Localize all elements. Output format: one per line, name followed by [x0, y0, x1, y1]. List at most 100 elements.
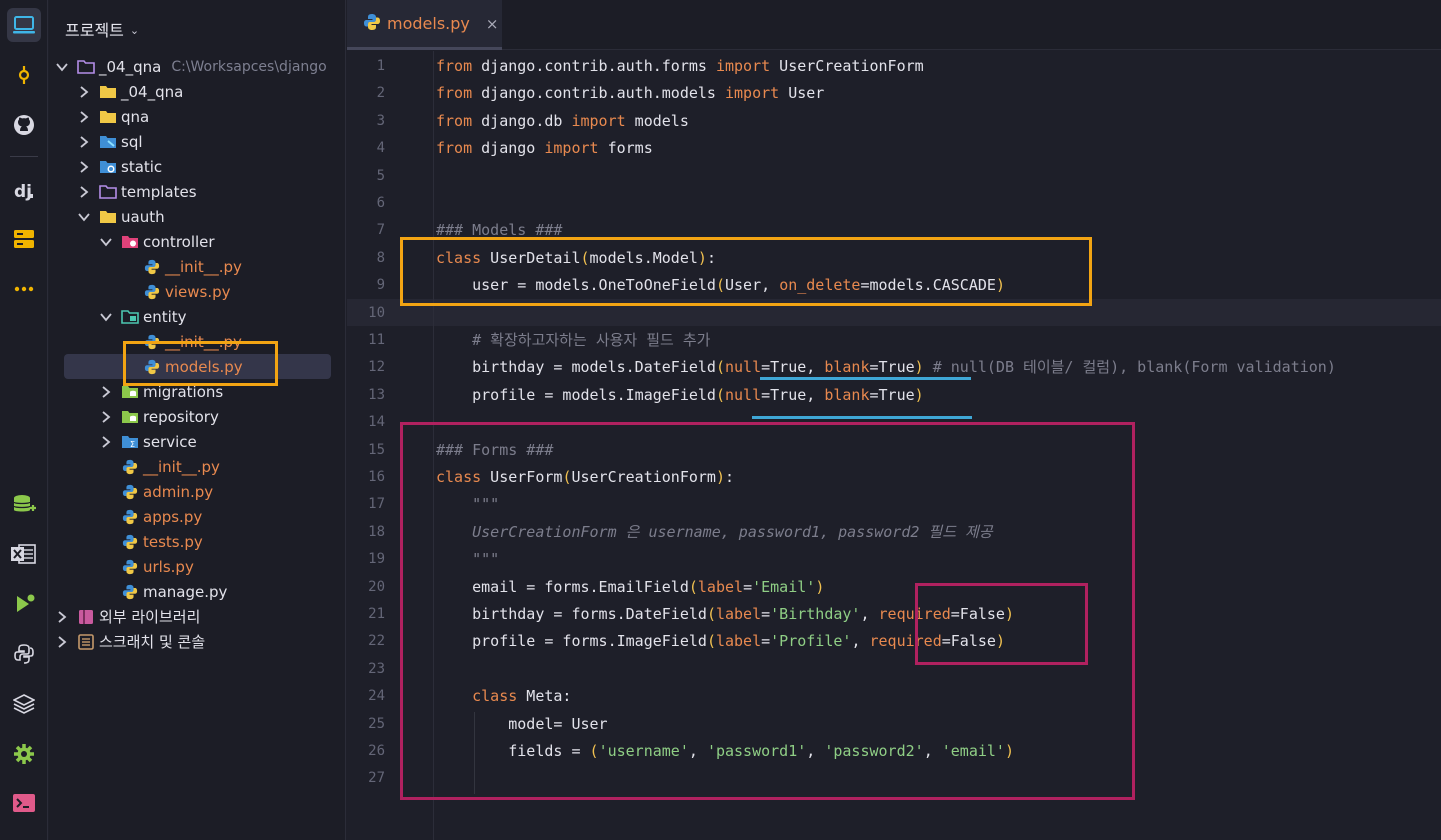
code-line[interactable]: UserCreationForm 은 username, password1, …	[436, 519, 1441, 546]
tree-item[interactable]: apps.py	[49, 504, 345, 529]
tree-item[interactable]: sql	[49, 129, 345, 154]
layers-icon[interactable]	[7, 687, 41, 721]
tree-item[interactable]: _04_qna	[49, 79, 345, 104]
code-editor[interactable]: 1 2 3 4 5 6 7 8 9 10 11 12 13 14 15 16 17 18 19 20 21 22 23 24 2…	[347, 51, 1441, 840]
code-line[interactable]: ### Forms ###	[436, 437, 1441, 464]
tree-item[interactable]: 스크래치 및 콘솔	[49, 629, 345, 654]
tree-item[interactable]: 외부 라이브러리	[49, 604, 345, 629]
code-line[interactable]: email = forms.EmailField(label='Email')	[436, 574, 1441, 601]
code-line[interactable]: birthday = models.DateField(null=True, b…	[436, 354, 1441, 381]
chevron-right-icon[interactable]	[77, 85, 91, 99]
chevron-down-icon[interactable]	[77, 210, 91, 224]
tree-item[interactable]: static	[49, 154, 345, 179]
chevron-down-icon[interactable]	[99, 235, 113, 249]
tree-item-label: entity	[143, 307, 187, 326]
code-line[interactable]: from django.contrib.auth.forms import Us…	[436, 53, 1441, 80]
more-icon[interactable]	[7, 272, 41, 306]
code-line[interactable]: from django.contrib.auth.models import U…	[436, 80, 1441, 107]
code-line[interactable]: # 확장하고자하는 사용자 필드 추가	[436, 327, 1441, 354]
code-token: user = models.OneToOneField	[436, 276, 716, 295]
code-line[interactable]: """	[436, 546, 1441, 573]
project-view-icon[interactable]	[7, 8, 41, 42]
project-title: 프로젝트	[65, 21, 124, 40]
tree-item[interactable]: models.py	[64, 354, 331, 379]
chevron-right-icon[interactable]	[55, 635, 69, 649]
code-line[interactable]: ### Models ###	[436, 217, 1441, 244]
code-line[interactable]: user = models.OneToOneField(User, on_del…	[436, 272, 1441, 299]
chevron-right-icon[interactable]	[77, 185, 91, 199]
chevron-right-icon[interactable]	[77, 110, 91, 124]
tree-item[interactable]: controller	[49, 229, 345, 254]
chevron-down-icon[interactable]	[55, 60, 69, 74]
code-line[interactable]: class UserDetail(models.Model):	[436, 245, 1441, 272]
code-token: )	[995, 276, 1005, 295]
arrow-spacer	[99, 560, 113, 574]
database-icon[interactable]	[7, 488, 41, 522]
chevron-down-icon[interactable]	[99, 310, 113, 324]
code-token: =	[761, 632, 771, 651]
excel-icon[interactable]	[7, 537, 41, 571]
code-token: 'Profile'	[770, 632, 852, 651]
tree-item[interactable]: __init__.py	[49, 254, 345, 279]
tree-item[interactable]: tests.py	[49, 529, 345, 554]
tree-item[interactable]: templates	[49, 179, 345, 204]
line-number: 16	[368, 469, 385, 485]
chevron-right-icon[interactable]	[99, 410, 113, 424]
code-token: (	[706, 605, 716, 623]
tree-item[interactable]: entity	[49, 304, 345, 329]
project-panel-header[interactable]: 프로젝트 ⌄	[65, 17, 139, 41]
code-token: on_delete	[779, 276, 861, 295]
tab-models-py[interactable]: models.py ×	[347, 0, 502, 50]
tree-item[interactable]: __init__.py	[49, 454, 345, 479]
services-icon[interactable]	[7, 222, 41, 256]
django-icon[interactable]: dj	[7, 174, 41, 208]
tree-item[interactable]: Σservice	[49, 429, 345, 454]
terminal-icon[interactable]	[7, 786, 41, 820]
chevron-right-icon[interactable]	[77, 135, 91, 149]
python-file-icon	[143, 259, 161, 275]
code-token: blank	[824, 385, 870, 404]
run-icon[interactable]	[7, 587, 41, 621]
code-line[interactable]: """	[436, 491, 1441, 518]
tree-item[interactable]: manage.py	[49, 579, 345, 604]
chevron-right-icon[interactable]	[77, 160, 91, 174]
python-file-icon	[121, 459, 139, 475]
tree-item[interactable]: __init__.py	[49, 329, 345, 354]
tree-item[interactable]: migrations	[49, 379, 345, 404]
code-line[interactable]: from django.db import models	[436, 108, 1441, 135]
tree-item[interactable]: admin.py	[49, 479, 345, 504]
chevron-right-icon[interactable]	[99, 385, 113, 399]
code-token: )	[914, 385, 924, 404]
code-token: blank	[824, 358, 870, 377]
arrow-spacer	[99, 485, 113, 499]
commit-icon[interactable]	[7, 58, 41, 92]
library-icon	[77, 609, 95, 625]
github-icon[interactable]	[7, 108, 41, 142]
tree-item[interactable]: qna	[49, 104, 345, 129]
tree-item[interactable]: _04_qna C:\Worksapces\django	[49, 54, 345, 79]
code-line[interactable]: model= User	[436, 711, 1441, 738]
tree-item[interactable]: repository	[49, 404, 345, 429]
tree-item[interactable]: uauth	[49, 204, 345, 229]
tree-item[interactable]: views.py	[49, 279, 345, 304]
chevron-right-icon[interactable]	[99, 435, 113, 449]
folder-icon	[99, 109, 117, 125]
settings-gear-icon[interactable]	[7, 737, 41, 771]
code-line[interactable]: profile = forms.ImageField(label='Profil…	[436, 628, 1441, 655]
tree-item[interactable]: urls.py	[49, 554, 345, 579]
tab-close-icon[interactable]: ×	[486, 15, 499, 33]
code-token: class	[436, 468, 482, 486]
code-token: from	[436, 84, 473, 103]
code-line[interactable]: fields = ('username', 'password1', 'pass…	[436, 738, 1441, 765]
python-console-icon[interactable]	[7, 637, 41, 671]
code-token: # 확장하고자하는 사용자 필드 추가	[436, 331, 711, 349]
tree-item-label: _04_qna	[121, 82, 184, 101]
chevron-down-icon[interactable]: ⌄	[130, 24, 139, 37]
code-line[interactable]: from django import forms	[436, 135, 1441, 162]
code-line[interactable]: profile = models.ImageField(null=True, b…	[436, 382, 1441, 409]
code-line[interactable]: class Meta:	[436, 683, 1441, 710]
chevron-right-icon[interactable]	[55, 610, 69, 624]
code-line[interactable]: birthday = forms.DateField(label='Birthd…	[436, 601, 1441, 628]
tree-item-label: models.py	[165, 357, 243, 376]
code-line[interactable]: class UserForm(UserCreationForm):	[436, 464, 1441, 491]
